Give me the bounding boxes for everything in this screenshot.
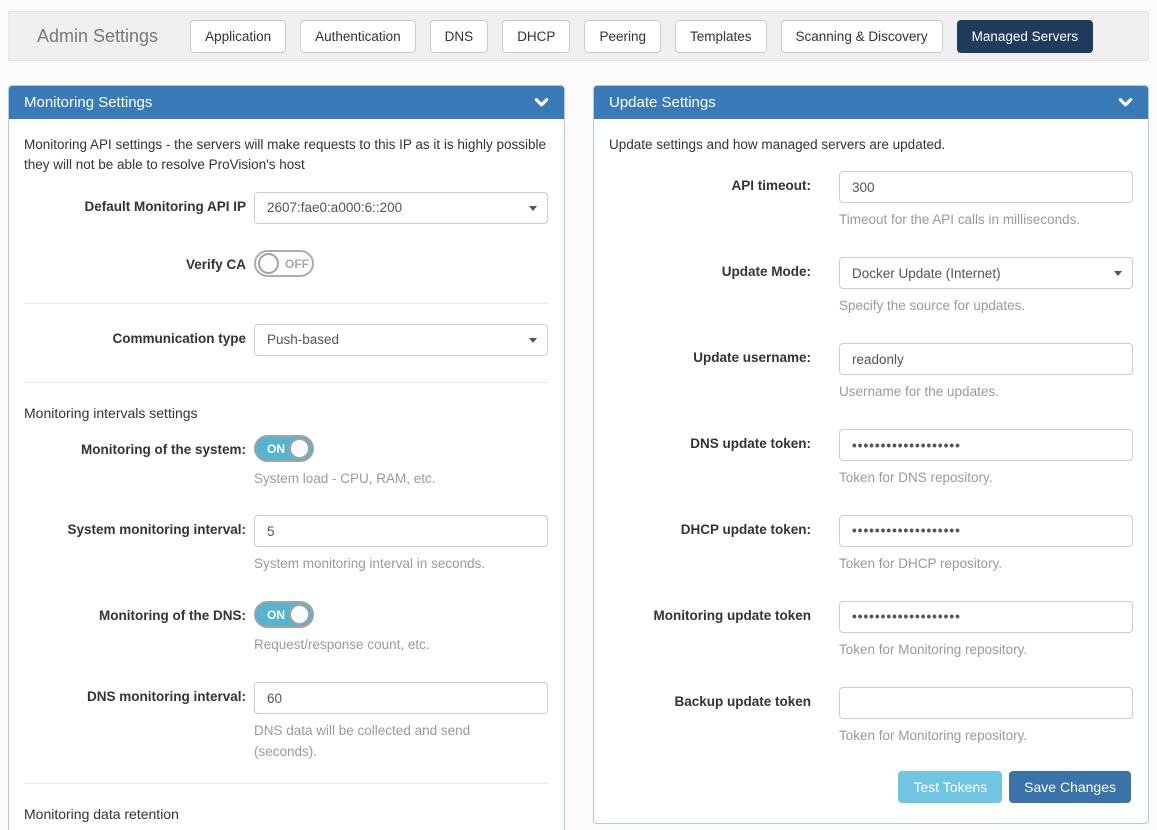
dns-update-token-label: DNS update token: [609,429,811,453]
test-tokens-button[interactable]: Test Tokens [898,771,1002,803]
system-monitoring-interval-label: System monitoring interval: [24,515,246,539]
default-monitoring-api-ip-value: 2607:fae0:a000:6::200 [267,200,402,215]
backup-update-token-input[interactable] [839,687,1133,719]
tab-dhcp[interactable]: DHCP [502,20,570,53]
api-timeout-help: Timeout for the API calls in millisecond… [839,210,1133,231]
toggle-knob [289,604,310,625]
monitoring-of-dns-toggle[interactable]: ON [254,601,314,628]
monitoring-of-system-label: Monitoring of the system: [24,435,246,459]
dns-monitoring-interval-help: DNS data will be collected and send (sec… [254,721,524,763]
monitoring-of-system-help: System load - CPU, RAM, etc. [254,469,548,490]
dns-update-token-help: Token for DNS repository. [839,468,1133,489]
tab-peering[interactable]: Peering [584,20,661,53]
communication-type-label: Communication type [24,324,246,348]
update-settings-panel: Update Settings Update settings and how … [593,85,1149,824]
monitoring-of-system-toggle[interactable]: ON [254,435,314,462]
divider [24,783,549,784]
toggle-state-label: OFF [285,257,309,271]
caret-down-icon [529,338,537,343]
backup-update-token-help: Token for Monitoring repository. [839,726,1133,747]
save-changes-button[interactable]: Save Changes [1009,771,1131,803]
dhcp-update-token-input[interactable] [839,515,1133,547]
toggle-state-label: ON [267,608,285,622]
update-mode-help: Specify the source for updates. [839,296,1133,317]
monitoring-intervals-heading: Monitoring intervals settings [24,405,549,421]
toggle-knob [258,253,279,274]
api-timeout-label: API timeout: [609,171,811,195]
update-mode-value: Docker Update (Internet) [852,266,1001,281]
dns-update-token-input[interactable] [839,429,1133,461]
backup-update-token-label: Backup update token [609,687,811,711]
update-settings-title: Update Settings [609,94,716,111]
toggle-state-label: ON [267,442,285,456]
system-monitoring-interval-help: System monitoring interval in seconds. [254,554,548,575]
settings-tab-bar: Application Authentication DNS DHCP Peer… [190,20,1093,53]
chevron-down-icon[interactable] [534,95,549,110]
divider [24,382,549,383]
monitoring-settings-panel: Monitoring Settings Monitoring API setti… [8,85,565,830]
api-timeout-input[interactable] [839,171,1133,203]
default-monitoring-api-ip-select[interactable]: 2607:fae0:a000:6::200 [254,192,548,224]
update-settings-actions: Test Tokens Save Changes [609,757,1133,808]
tab-managed-servers[interactable]: Managed Servers [957,20,1094,53]
monitoring-description: Monitoring API settings - the servers wi… [24,135,549,176]
update-description: Update settings and how managed servers … [609,135,1133,155]
chevron-down-icon[interactable] [1118,95,1133,110]
default-monitoring-api-ip-label: Default Monitoring API IP [24,192,246,216]
update-username-input[interactable] [839,343,1133,375]
dhcp-update-token-label: DHCP update token: [609,515,811,539]
toggle-knob [289,438,310,459]
monitoring-update-token-input[interactable] [839,601,1133,633]
update-username-help: Username for the updates. [839,382,1133,403]
dns-monitoring-interval-label: DNS monitoring interval: [24,682,246,706]
tab-authentication[interactable]: Authentication [300,20,416,53]
monitoring-data-retention-heading: Monitoring data retention [24,806,549,822]
update-mode-select[interactable]: Docker Update (Internet) [839,257,1133,289]
tab-application[interactable]: Application [190,20,286,53]
verify-ca-label: Verify CA [24,250,246,274]
tab-scanning-discovery[interactable]: Scanning & Discovery [781,20,943,53]
monitoring-settings-title: Monitoring Settings [24,94,152,111]
communication-type-select[interactable]: Push-based [254,324,548,356]
caret-down-icon [529,206,537,211]
communication-type-value: Push-based [267,332,339,347]
update-settings-header: Update Settings [594,86,1148,119]
tab-templates[interactable]: Templates [675,20,767,53]
caret-down-icon [1114,271,1122,276]
monitoring-update-token-label: Monitoring update token [609,601,811,625]
divider [24,303,549,304]
dhcp-update-token-help: Token for DHCP repository. [839,554,1133,575]
page-title: Admin Settings [37,26,158,47]
tab-dns[interactable]: DNS [430,20,489,53]
monitoring-of-dns-label: Monitoring of the DNS: [24,601,246,625]
update-mode-label: Update Mode: [609,257,811,281]
monitoring-of-dns-help: Request/response count, etc. [254,635,548,656]
dns-monitoring-interval-input[interactable] [254,682,548,714]
admin-settings-navbar: Admin Settings Application Authenticatio… [8,11,1149,61]
monitoring-settings-header: Monitoring Settings [9,86,564,119]
verify-ca-toggle[interactable]: OFF [254,250,314,277]
monitoring-update-token-help: Token for Monitoring repository. [839,640,1133,661]
system-monitoring-interval-input[interactable] [254,515,548,547]
update-username-label: Update username: [609,343,811,367]
